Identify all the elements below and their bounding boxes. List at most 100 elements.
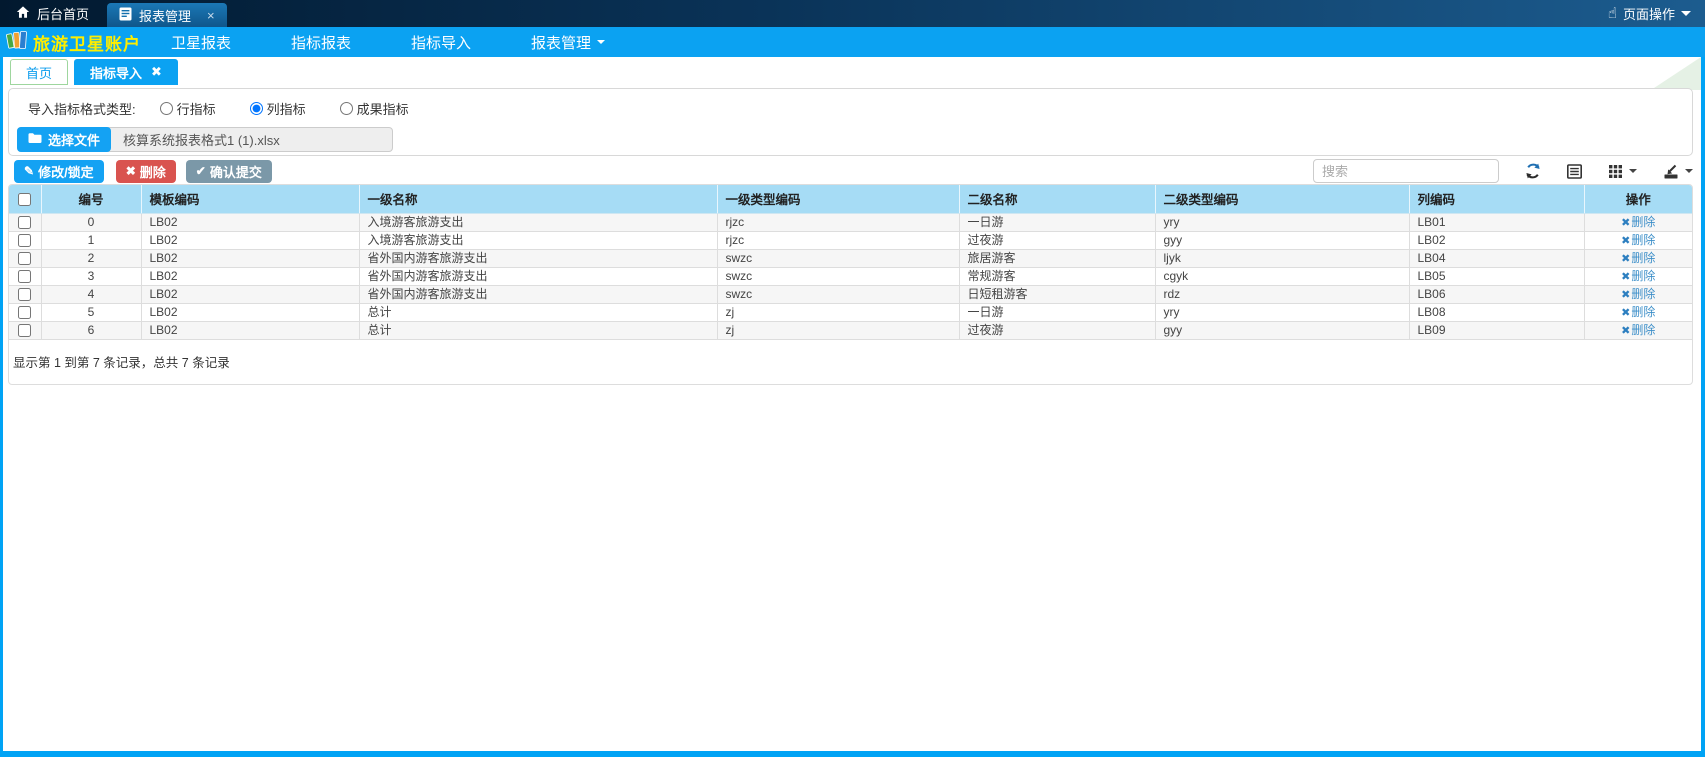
cell-l2-name: 日短租游客 (959, 285, 1155, 303)
cell-template-code: LB02 (141, 303, 359, 321)
columns-button[interactable] (1608, 164, 1637, 179)
row-checkbox[interactable] (18, 252, 31, 265)
select-all-checkbox[interactable] (18, 193, 31, 206)
cell-l2-type-code: yry (1155, 213, 1409, 231)
format-radio-input[interactable] (340, 102, 353, 115)
cell-template-code: LB02 (141, 213, 359, 231)
delete-x-icon: ✖ (1621, 289, 1630, 301)
navbar-item-1[interactable]: 指标报表 (291, 32, 351, 53)
content-area: 首页 指标导入 ✖ 导入指标格式类型: 行指标 列指标 成果指标 选择文件 (0, 57, 1705, 757)
cell-id: 6 (41, 321, 141, 339)
window-tab-close-icon[interactable]: × (207, 8, 215, 23)
row-checkbox[interactable] (18, 216, 31, 229)
format-radio-option-1[interactable]: 列指标 (250, 99, 306, 118)
format-radio-label: 列指标 (267, 99, 306, 118)
format-type-options: 行指标 列指标 成果指标 (160, 99, 409, 118)
pencil-icon: ✎ (24, 164, 34, 178)
window-tab-label: 报表管理 (139, 6, 191, 25)
delete-row-link[interactable]: ✖删除 (1621, 287, 1655, 301)
row-checkbox[interactable] (18, 288, 31, 301)
row-check-cell (9, 303, 41, 321)
header-template-code[interactable]: 模板编码 (141, 185, 359, 213)
cell-l2-name: 过夜游 (959, 231, 1155, 249)
header-l2-name[interactable]: 二级名称 (959, 185, 1155, 213)
brand-title: 旅游卫星账户 (33, 30, 141, 55)
delete-button[interactable]: ✖ 删除 (116, 160, 176, 183)
row-checkbox[interactable] (18, 234, 31, 247)
cell-col-code: LB05 (1409, 267, 1584, 285)
tab-close-icon[interactable]: ✖ (151, 64, 162, 80)
table-row: 0 LB02 入境游客旅游支出 rjzc 一日游 yry LB01 ✖删除 (9, 213, 1692, 231)
cell-l1-name: 省外国内游客旅游支出 (359, 249, 717, 267)
cell-l1-type-code: swzc (717, 249, 959, 267)
format-type-label: 导入指标格式类型: (28, 99, 136, 118)
indicator-table-panel: 编号 模板编码 一级名称 一级类型编码 二级名称 二级类型编码 列编码 操作 0… (8, 184, 1693, 385)
delete-row-link[interactable]: ✖删除 (1621, 269, 1655, 283)
report-management-window-tab[interactable]: 报表管理 × (107, 3, 227, 27)
delete-row-link[interactable]: ✖删除 (1621, 251, 1655, 265)
cell-l1-type-code: swzc (717, 285, 959, 303)
header-col-code[interactable]: 列编码 (1409, 185, 1584, 213)
delete-row-link[interactable]: ✖删除 (1621, 305, 1655, 319)
import-form-panel: 导入指标格式类型: 行指标 列指标 成果指标 选择文件 核算系统报表格式1 (1… (8, 88, 1693, 156)
confirm-submit-button[interactable]: ✔ 确认提交 (186, 160, 272, 183)
header-id[interactable]: 编号 (41, 185, 141, 213)
navbar-item-0[interactable]: 卫星报表 (171, 32, 231, 53)
cell-actions: ✖删除 (1584, 321, 1692, 339)
navbar-item-2[interactable]: 指标导入 (411, 32, 471, 53)
header-l1-name[interactable]: 一级名称 (359, 185, 717, 213)
page-actions-menu[interactable]: ☝ 页面操作 (1608, 0, 1705, 27)
modify-lock-button[interactable]: ✎ 修改/锁定 (14, 160, 104, 183)
cell-template-code: LB02 (141, 249, 359, 267)
hand-pointer-icon: ☝ (1608, 6, 1617, 21)
row-checkbox[interactable] (18, 270, 31, 283)
row-checkbox[interactable] (18, 306, 31, 319)
cell-l2-type-code: rdz (1155, 285, 1409, 303)
brand-logo-icon (6, 30, 28, 55)
cell-l1-type-code: swzc (717, 267, 959, 285)
format-radio-input[interactable] (250, 102, 263, 115)
x-icon: ✖ (126, 164, 136, 178)
cell-actions: ✖删除 (1584, 231, 1692, 249)
search-input[interactable] (1313, 159, 1499, 183)
tab-home[interactable]: 首页 (10, 59, 68, 85)
cell-l1-name: 总计 (359, 303, 717, 321)
format-radio-input[interactable] (160, 102, 173, 115)
navbar-menu: 卫星报表 指标报表 指标导入 报表管理 (171, 32, 605, 53)
export-button[interactable] (1663, 164, 1693, 179)
refresh-button[interactable] (1525, 163, 1541, 179)
navbar-item-label: 报表管理 (531, 32, 591, 53)
chevron-down-icon (1681, 11, 1691, 21)
delete-row-link[interactable]: ✖删除 (1621, 323, 1655, 337)
cell-actions: ✖删除 (1584, 213, 1692, 231)
header-actions: 操作 (1584, 185, 1692, 213)
header-l1-type-code[interactable]: 一级类型编码 (717, 185, 959, 213)
format-radio-option-2[interactable]: 成果指标 (340, 99, 409, 118)
cell-l2-type-code: ljyk (1155, 249, 1409, 267)
cell-template-code: LB02 (141, 321, 359, 339)
row-checkbox[interactable] (18, 324, 31, 337)
delete-row-link[interactable]: ✖删除 (1621, 215, 1655, 229)
cell-l1-name: 总计 (359, 321, 717, 339)
cell-l1-name: 省外国内游客旅游支出 (359, 267, 717, 285)
toggle-view-button[interactable] (1567, 164, 1582, 179)
delete-x-icon: ✖ (1621, 253, 1630, 265)
row-check-cell (9, 267, 41, 285)
header-l2-type-code[interactable]: 二级类型编码 (1155, 185, 1409, 213)
record-summary: 显示第 1 到第 7 条记录，总共 7 条记录 (13, 352, 230, 371)
toolbar-right-group (1313, 159, 1693, 183)
top-window-bar: 后台首页 报表管理 × ☝ 页面操作 (0, 0, 1705, 27)
cell-l2-name: 旅居游客 (959, 249, 1155, 267)
format-radio-option-0[interactable]: 行指标 (160, 99, 216, 118)
cell-id: 5 (41, 303, 141, 321)
navbar-item-3[interactable]: 报表管理 (531, 32, 605, 53)
cell-l2-name: 常规游客 (959, 267, 1155, 285)
backend-home-tab[interactable]: 后台首页 (0, 0, 107, 27)
cell-l2-type-code: gyy (1155, 321, 1409, 339)
brand[interactable]: 旅游卫星账户 (6, 30, 141, 55)
choose-file-button[interactable]: 选择文件 (17, 127, 111, 152)
cell-col-code: LB06 (1409, 285, 1584, 303)
tab-indicator-import[interactable]: 指标导入 ✖ (74, 59, 178, 85)
delete-row-link[interactable]: ✖删除 (1621, 233, 1655, 247)
choose-file-label: 选择文件 (48, 130, 100, 149)
